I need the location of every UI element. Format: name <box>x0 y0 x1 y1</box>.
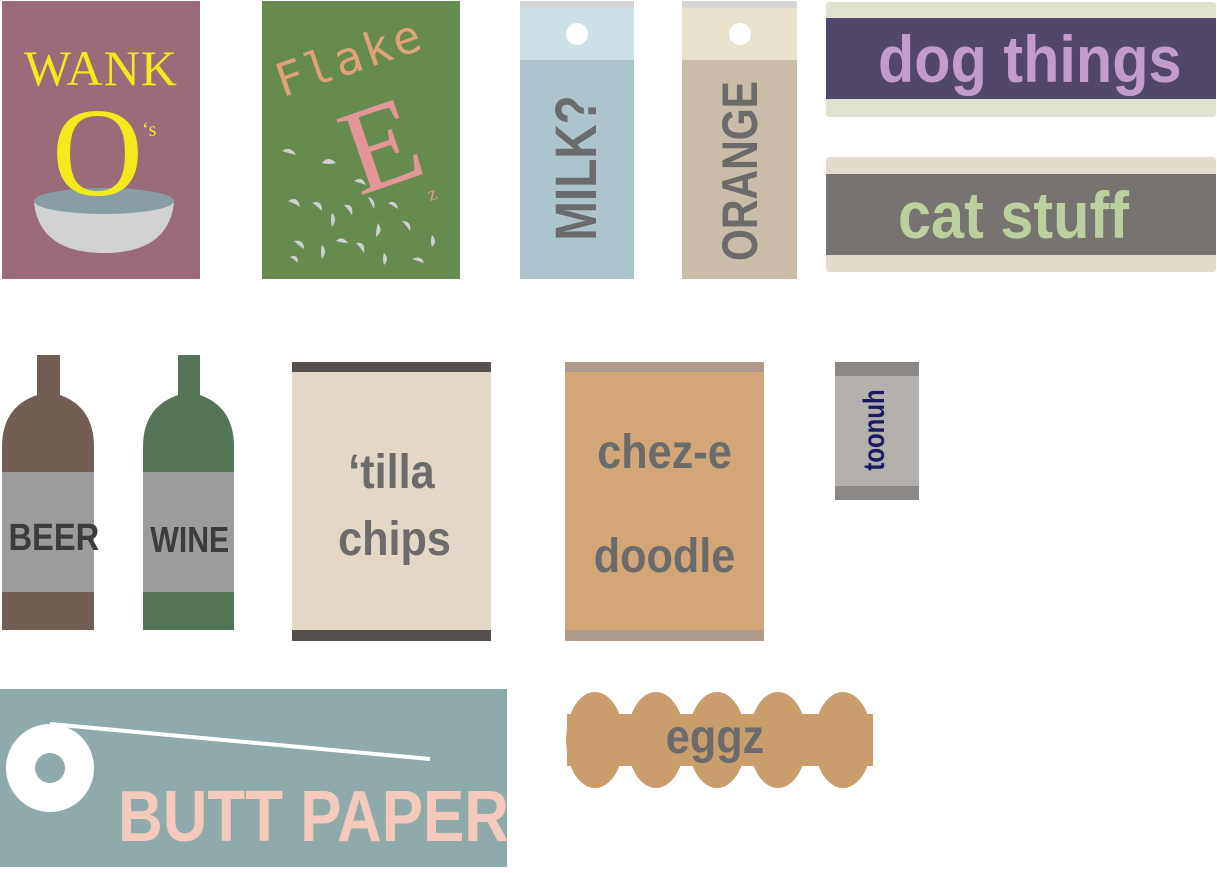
cat-stuff-bin-label: cat stuff <box>826 157 1216 272</box>
cat-stuff-band: cat stuff <box>826 174 1216 255</box>
cheese-line2: doodle <box>593 530 736 583</box>
tuna-text: toonuh <box>858 389 891 471</box>
cheese-top-band <box>565 362 764 372</box>
wine-text: WINE <box>150 519 230 560</box>
cheese-doodle-label: chez-e doodle <box>565 362 764 641</box>
dog-things-band: dog things <box>826 18 1216 99</box>
flakes-box-label: Flake E z <box>262 1 460 279</box>
wine-bottle-label: WINE <box>143 355 234 630</box>
milk-hang-hole <box>566 23 588 45</box>
beer-bottle-label: BEER <box>2 355 100 630</box>
toilet-paper-text: BUTT PAPER <box>118 777 510 857</box>
orange-carton-label: ORANGE <box>682 1 797 279</box>
tuna-bottom-band <box>835 486 919 500</box>
dog-things-text: dog things <box>878 22 1182 96</box>
tuna-top-band <box>835 362 919 376</box>
toilet-paper-label: BUTT PAPER <box>0 689 510 867</box>
cheese-line1: chez-e <box>597 426 732 479</box>
milk-carton-top <box>520 1 634 8</box>
chips-bottom-band <box>292 630 491 641</box>
milk-text: MILK? <box>544 95 609 241</box>
cat-stuff-text: cat stuff <box>898 178 1130 252</box>
dog-things-bin-label: dog things <box>826 2 1216 117</box>
cheese-bottom-band <box>565 630 764 641</box>
chips-line2: chips <box>338 513 451 566</box>
tuna-can-label: toonuh <box>835 362 919 500</box>
eggs-carton-label: eggz <box>565 692 877 792</box>
tortilla-chips-label: ‘tilla chips <box>292 362 491 641</box>
chips-top-band <box>292 362 491 372</box>
beer-bottle-icon <box>2 355 94 630</box>
cereal-box-label: WANK O ‘s <box>2 1 200 279</box>
chips-line1: ‘tilla <box>348 446 435 499</box>
beer-text: BEER <box>8 517 100 559</box>
cereal-suffix: ‘s <box>142 119 157 141</box>
cereal-big-o: O <box>52 84 143 223</box>
cereal-flakes-icon <box>282 148 435 265</box>
orange-text: ORANGE <box>712 81 768 261</box>
eggs-text: eggz <box>665 711 765 764</box>
wine-bottle-icon <box>143 355 234 630</box>
milk-carton-label: MILK? <box>520 1 634 279</box>
orange-hang-hole <box>729 23 751 45</box>
orange-carton-top <box>682 1 797 8</box>
